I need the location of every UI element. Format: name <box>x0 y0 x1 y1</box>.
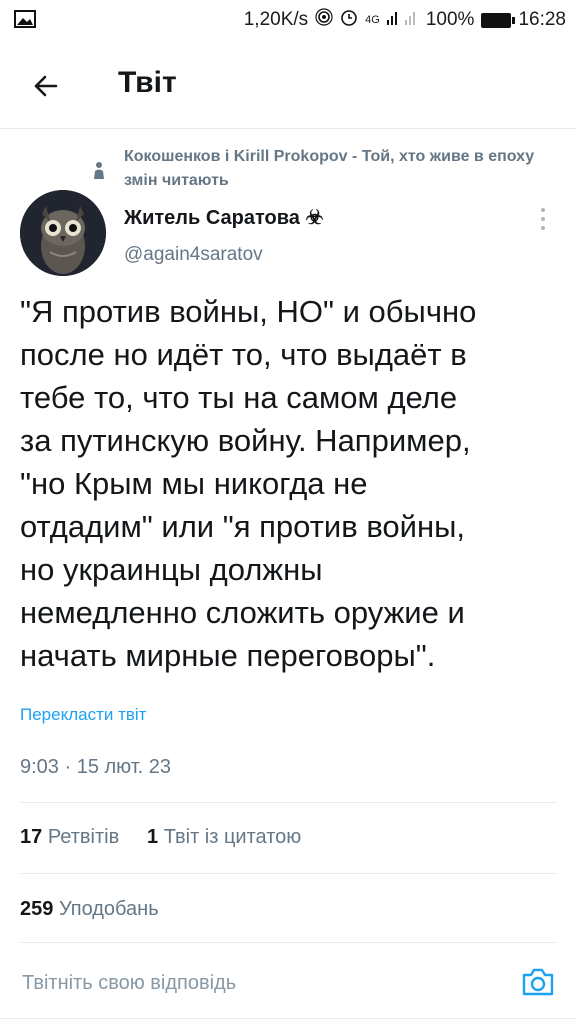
translate-link[interactable]: Перекласти твіт <box>20 705 146 725</box>
quotes-label: Твіт із цитатою <box>163 826 302 848</box>
owl-avatar-image <box>20 190 106 276</box>
retweet-stats: 17 Ретвітів 1 Твіт із цитатою <box>20 826 301 849</box>
camera-button[interactable] <box>520 966 556 998</box>
back-button[interactable] <box>28 66 68 106</box>
stats-divider-middle <box>20 873 557 874</box>
app-header: Твіт <box>0 48 576 128</box>
stats-divider-bottom <box>20 942 557 943</box>
avatar[interactable] <box>20 190 106 276</box>
retweets-link[interactable]: 17 Ретвітів <box>20 826 119 848</box>
tweet-timestamp: 9:03 · 15 лют. 23 <box>20 756 172 778</box>
network-type: 4G <box>365 14 380 26</box>
retweets-label: Ретвітів <box>47 826 120 848</box>
likes-count: 259 <box>20 898 54 920</box>
gallery-icon <box>14 10 36 34</box>
likes-link[interactable]: 259 Уподобань <box>20 898 159 921</box>
alarm-icon <box>340 8 358 32</box>
user-handle[interactable]: @again4saratov <box>124 244 263 266</box>
retweets-count: 17 <box>20 826 43 848</box>
header-divider <box>0 128 576 129</box>
network-speed: 1,20K/s <box>243 9 309 30</box>
clock: 16:28 <box>518 9 566 30</box>
likes-label: Уподобань <box>58 898 159 920</box>
battery-icon <box>481 12 516 28</box>
more-options-button[interactable] <box>534 205 552 233</box>
quotes-count: 1 <box>147 826 159 848</box>
bottom-divider <box>0 1018 576 1019</box>
page-title: Твіт <box>118 66 177 99</box>
hotspot-icon <box>315 8 333 32</box>
social-context[interactable]: Кокошенков і Kirill Prokopov - Той, хто … <box>124 145 569 193</box>
reply-input[interactable]: Твітніть свою відповідь <box>22 972 236 995</box>
person-icon <box>91 161 107 181</box>
camera-icon <box>522 968 554 996</box>
vertical-dots-icon <box>541 208 545 230</box>
display-name[interactable]: Житель Саратова ☣ <box>124 205 323 230</box>
tweet-text: "Я против войны, НО" и обычно после но и… <box>20 294 477 673</box>
status-bar: 1,20K/s 4G 100% 16:28 <box>0 0 576 40</box>
arrow-left-icon <box>34 75 58 97</box>
stats-divider-top <box>20 802 557 803</box>
battery-percent: 100% <box>425 9 475 30</box>
quotes-link[interactable]: 1 Твіт із цитатою <box>147 826 301 848</box>
signal-icon <box>386 9 419 31</box>
